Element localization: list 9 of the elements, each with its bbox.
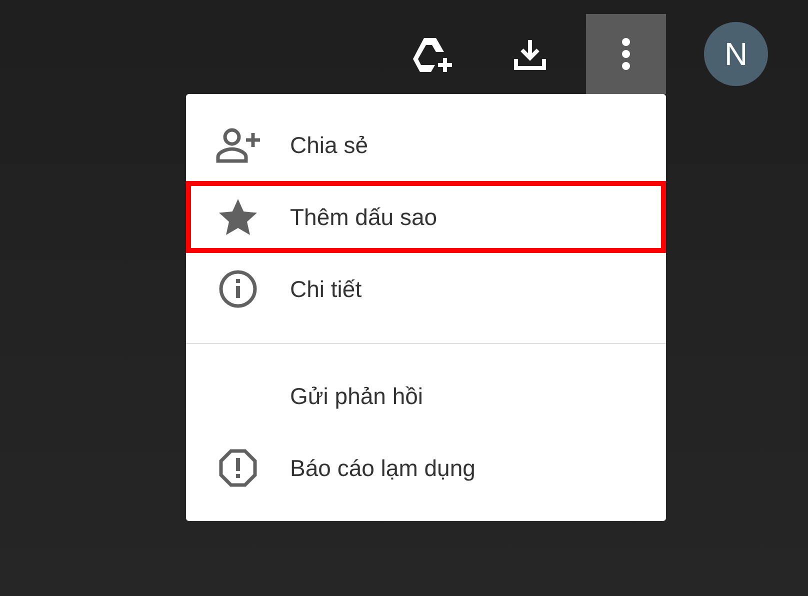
star-icon: [218, 198, 258, 236]
report-icon: [218, 448, 258, 488]
menu-item[interactable]: Thêm dấu sao: [186, 181, 666, 253]
avatar[interactable]: N: [704, 22, 768, 86]
more-icon: [621, 37, 631, 71]
more-button[interactable]: [586, 14, 666, 94]
download-icon: [513, 37, 547, 71]
add-person-icon: [215, 127, 261, 163]
info-icon: [218, 269, 258, 309]
